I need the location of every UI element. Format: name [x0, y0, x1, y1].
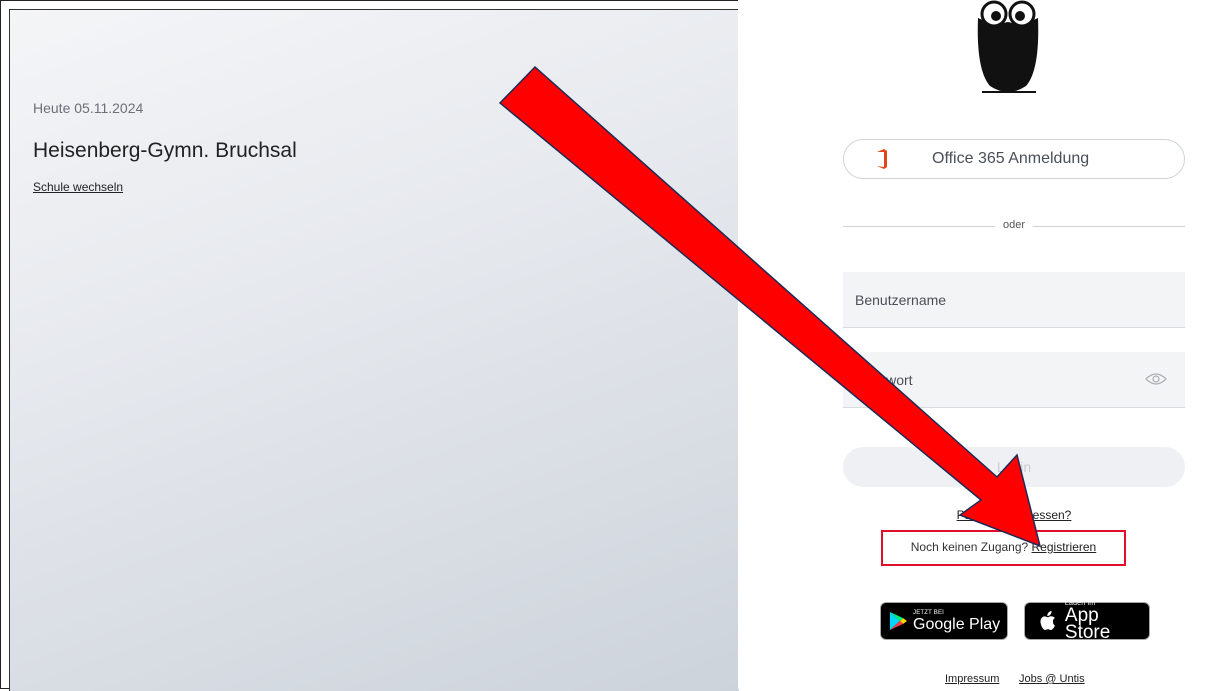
login-panel: [738, 0, 1217, 689]
office-icon: [877, 149, 887, 169]
password-placeholder: Passwort: [855, 372, 913, 388]
username-field[interactable]: Benutzername: [843, 272, 1185, 328]
impressum-link[interactable]: Impressum: [945, 673, 999, 685]
office-365-label: Office 365 Anmeldung: [932, 150, 1090, 167]
google-play-badge[interactable]: JETZT BEI Google Play: [880, 602, 1008, 640]
username-placeholder: Benutzername: [855, 292, 947, 308]
register-line: Noch keinen Zugang? Registrieren: [881, 540, 1126, 554]
app-store-label: App Store: [1064, 605, 1111, 643]
app-store-badge[interactable]: Laden im App Store: [1024, 600, 1150, 643]
today-date: Heute 05.11.2024: [33, 100, 144, 116]
jobs-link[interactable]: Jobs @ Untis: [1019, 673, 1085, 685]
owl-logo-icon: [977, 0, 1039, 93]
apple-icon: [1040, 611, 1055, 630]
divider-label: oder: [994, 219, 1034, 231]
google-play-icon: [889, 612, 907, 630]
switch-school-link[interactable]: Schule wechseln: [33, 180, 123, 194]
school-name: Heisenberg-Gymn. Bruchsal: [33, 139, 297, 162]
register-prefix: Noch keinen Zugang?: [910, 540, 1032, 554]
register-link[interactable]: Registrieren: [1032, 540, 1097, 554]
eye-icon[interactable]: [1145, 372, 1167, 386]
or-divider: oder: [843, 219, 1185, 231]
google-play-label: Google Play: [913, 615, 1001, 633]
office-365-login-button[interactable]: Office 365 Anmeldung: [843, 139, 1185, 179]
forgot-password-link[interactable]: Passwort vergessen?: [843, 508, 1185, 522]
login-button[interactable]: Login: [843, 447, 1185, 487]
password-field[interactable]: Passwort: [843, 352, 1185, 408]
